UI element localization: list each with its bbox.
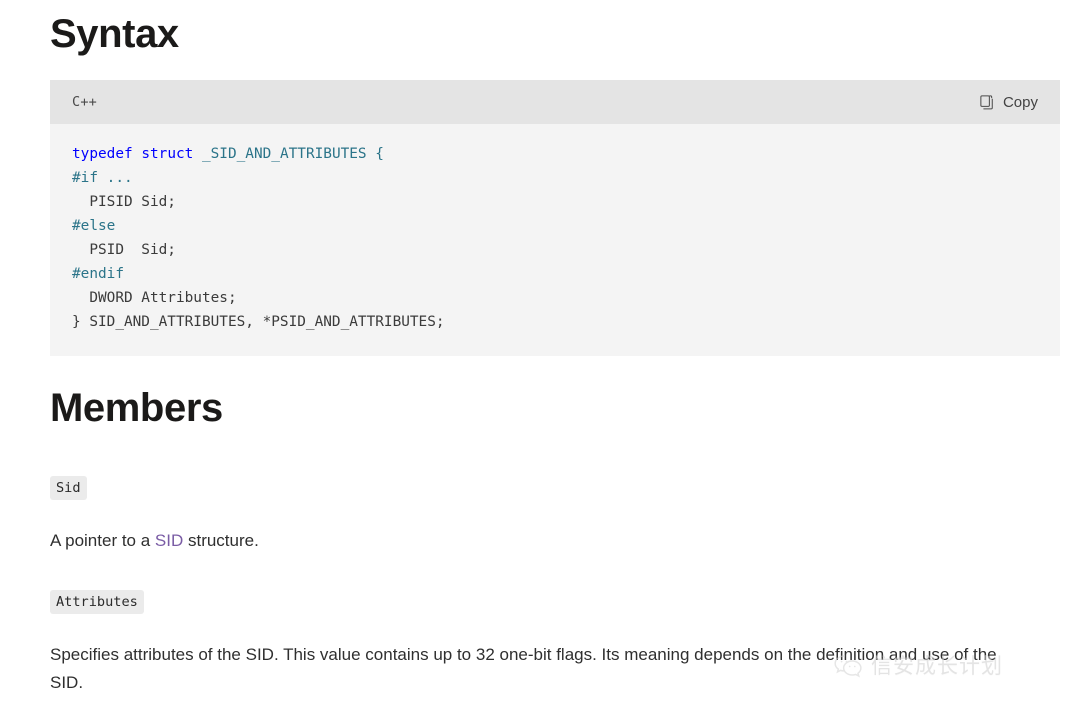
copy-button-label: Copy <box>1002 93 1038 111</box>
code-token-pp-else: #else <box>72 218 116 234</box>
code-line-close: } SID_AND_ATTRIBUTES, *PSID_AND_ATTRIBUT… <box>72 314 445 330</box>
sid-structure-link[interactable]: SID <box>155 531 183 550</box>
copy-code-button[interactable]: Copy <box>973 90 1044 115</box>
code-block-body[interactable]: typedef struct _SID_AND_ATTRIBUTES { #if… <box>50 124 1060 356</box>
copy-icon <box>979 94 996 111</box>
page-title-syntax: Syntax <box>50 12 179 56</box>
code-line-dword: DWORD Attributes; <box>72 290 237 306</box>
code-token-pp-if: #if ... <box>72 170 133 186</box>
code-block: C++ Copy typedef struct _SID_AND_ATTRIBU… <box>50 80 1060 356</box>
member-description-sid: A pointer to a SID structure. <box>50 527 1030 555</box>
document-page: Syntax C++ Copy typedef struct _SID_AND_… <box>0 0 1080 718</box>
code-token-pp-endif: #endif <box>72 266 124 282</box>
member-desc-text-after: structure. <box>183 531 259 550</box>
code-token-typedef: typedef <box>72 146 133 162</box>
code-content: typedef struct _SID_AND_ATTRIBUTES { #if… <box>72 142 1038 334</box>
code-block-header: C++ Copy <box>50 80 1060 124</box>
member-name-sid: Sid <box>50 476 87 500</box>
code-token-struct-name: _SID_AND_ATTRIBUTES { <box>201 146 384 162</box>
code-line-pisid: PISID Sid; <box>72 194 176 210</box>
code-language-label: C++ <box>72 94 97 110</box>
code-line-psid: PSID Sid; <box>72 242 176 258</box>
page-title-members: Members <box>50 386 223 430</box>
member-description-attributes: Specifies attributes of the SID. This va… <box>50 645 997 692</box>
member-desc-text-before: A pointer to a <box>50 531 155 550</box>
member-name-attributes: Attributes <box>50 590 144 614</box>
code-token-struct: struct <box>141 146 194 162</box>
